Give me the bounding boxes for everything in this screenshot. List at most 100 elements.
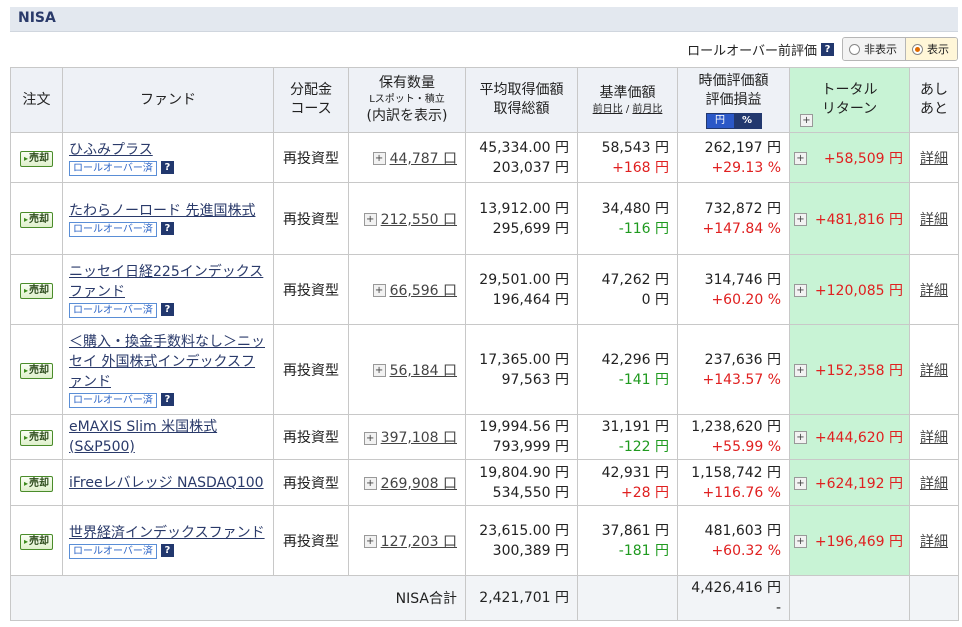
detail-link[interactable]: 詳細 bbox=[920, 534, 948, 550]
quantity-link[interactable]: 66,596 口 bbox=[390, 283, 457, 299]
quantity-link[interactable]: 127,203 口 bbox=[381, 534, 457, 550]
distribution-course: 再投資型 bbox=[273, 254, 349, 325]
detail-link[interactable]: 詳細 bbox=[920, 212, 948, 228]
total-return: +196,469 円 bbox=[814, 533, 903, 550]
col-fund: ファンド bbox=[62, 67, 274, 133]
profit-loss: +116.76 % bbox=[702, 484, 781, 501]
expand-total-icon[interactable]: + bbox=[794, 431, 807, 444]
expand-quantity-icon[interactable]: + bbox=[363, 477, 377, 490]
detail-link[interactable]: 詳細 bbox=[920, 283, 948, 299]
quantity-link[interactable]: 56,184 口 bbox=[390, 363, 457, 379]
percent-toggle[interactable]: % bbox=[733, 113, 761, 128]
base-price: 58,543 円 bbox=[601, 139, 669, 156]
expand-quantity-icon[interactable]: + bbox=[372, 152, 386, 165]
avg-price: 45,334.00 円 bbox=[479, 139, 569, 156]
total-return: +152,358 円 bbox=[814, 362, 903, 379]
sell-button[interactable]: 売却 bbox=[19, 282, 53, 299]
expand-total-icon[interactable]: + bbox=[794, 283, 807, 297]
expand-quantity-icon[interactable]: + bbox=[363, 213, 377, 226]
expand-quantity-icon[interactable]: + bbox=[372, 364, 386, 377]
base-change: 0 円 bbox=[641, 291, 669, 308]
quantity-link[interactable]: 269,908 口 bbox=[381, 476, 457, 492]
prev-day-link[interactable]: 前日比 bbox=[593, 104, 623, 115]
profit-loss: +143.57 % bbox=[702, 371, 781, 388]
sell-button[interactable]: 売却 bbox=[19, 211, 53, 228]
fund-name-link[interactable]: iFreeレバレッジ NASDAQ100 bbox=[69, 475, 264, 491]
expand-total-icon[interactable]: + bbox=[794, 151, 807, 165]
rollover-badge: ロールオーバー済 bbox=[69, 392, 157, 408]
base-price: 37,861 円 bbox=[601, 522, 669, 539]
table-row: 売却 ひふみプラス ロールオーバー済 ? 再投資型 +44,787 口 45,3… bbox=[10, 132, 959, 183]
base-change: -122 円 bbox=[618, 439, 669, 455]
fund-name-link[interactable]: ひふみプラス bbox=[69, 142, 153, 158]
base-price: 47,262 円 bbox=[601, 271, 669, 288]
expand-all-icon[interactable]: + bbox=[800, 114, 813, 127]
rollover-badge: ロールオーバー済 bbox=[69, 221, 157, 237]
help-icon[interactable]: ? bbox=[160, 161, 174, 174]
col-total-return: トータル リターン + bbox=[789, 67, 910, 133]
market-value: 732,872 円 bbox=[704, 200, 781, 217]
distribution-course: 再投資型 bbox=[273, 505, 349, 576]
rollover-hide-option[interactable]: 非表示 bbox=[843, 38, 905, 60]
help-icon[interactable]: ? bbox=[160, 544, 174, 557]
quantity-link[interactable]: 44,787 口 bbox=[390, 151, 457, 167]
expand-total-icon[interactable]: + bbox=[794, 212, 807, 226]
distribution-course: 再投資型 bbox=[273, 459, 349, 506]
expand-total-icon[interactable]: + bbox=[794, 363, 807, 377]
base-change: -116 円 bbox=[618, 220, 669, 237]
profit-loss: +55.99 % bbox=[711, 439, 781, 455]
rollover-show-option[interactable]: 表示 bbox=[905, 38, 957, 60]
yen-toggle[interactable]: 円 bbox=[706, 113, 734, 128]
total-cost: 196,464 円 bbox=[492, 291, 569, 308]
help-icon[interactable]: ? bbox=[160, 303, 174, 316]
distribution-course: 再投資型 bbox=[273, 324, 349, 415]
summary-market-value: 4,426,416 円 bbox=[691, 580, 781, 596]
sell-button[interactable]: 売却 bbox=[19, 533, 53, 550]
expand-quantity-icon[interactable]: + bbox=[363, 431, 377, 445]
total-cost: 295,699 円 bbox=[492, 220, 569, 237]
total-cost: 97,563 円 bbox=[501, 371, 569, 388]
prev-month-link[interactable]: 前月比 bbox=[632, 104, 662, 115]
summary-total-cost: 2,421,701 円 bbox=[465, 575, 578, 621]
profit-loss: +60.32 % bbox=[711, 542, 781, 559]
fund-name-link[interactable]: たわらノーロード 先進国株式 bbox=[69, 203, 255, 219]
market-value: 262,197 円 bbox=[704, 139, 781, 156]
radio-off-icon bbox=[849, 43, 860, 55]
fund-name-link[interactable]: ニッセイ日経225インデックスファンド bbox=[69, 264, 263, 300]
market-value: 237,636 円 bbox=[704, 351, 781, 368]
help-icon[interactable]: ? bbox=[160, 393, 174, 406]
table-row: 売却 iFreeレバレッジ NASDAQ100 再投資型 +269,908 口 … bbox=[10, 459, 959, 506]
avg-price: 29,501.00 円 bbox=[479, 271, 569, 288]
detail-link[interactable]: 詳細 bbox=[920, 476, 948, 492]
detail-link[interactable]: 詳細 bbox=[920, 363, 948, 379]
sell-button[interactable]: 売却 bbox=[19, 430, 53, 446]
sell-button[interactable]: 売却 bbox=[19, 362, 53, 379]
breakdown-link[interactable]: (内訳を表示) bbox=[351, 107, 463, 126]
detail-link[interactable]: 詳細 bbox=[920, 430, 948, 446]
rollover-toggle-bar: ロールオーバー前評価 ? 非表示 表示 bbox=[687, 36, 958, 62]
total-return: +58,509 円 bbox=[823, 150, 903, 167]
quantity-link[interactable]: 212,550 口 bbox=[381, 212, 457, 228]
fund-name-link[interactable]: 世界経済インデックスファンド bbox=[69, 525, 265, 541]
expand-quantity-icon[interactable]: + bbox=[363, 535, 377, 548]
fund-name-link[interactable]: ＜購入・換金手数料なし＞ニッセイ 外国株式インデックスファンド bbox=[69, 334, 265, 390]
total-cost: 534,550 円 bbox=[492, 484, 569, 501]
col-quantity: 保有数量 Lスポット・積立 (内訳を表示) bbox=[348, 67, 466, 133]
quantity-link[interactable]: 397,108 口 bbox=[381, 430, 457, 446]
base-change: +168 円 bbox=[612, 159, 669, 176]
sell-button[interactable]: 売却 bbox=[19, 150, 53, 167]
help-icon[interactable]: ? bbox=[160, 222, 174, 235]
section-title: NISA bbox=[18, 10, 56, 26]
market-value: 1,238,620 円 bbox=[691, 419, 781, 435]
help-icon[interactable]: ? bbox=[821, 42, 834, 56]
sell-button[interactable]: 売却 bbox=[19, 475, 53, 492]
expand-quantity-icon[interactable]: + bbox=[372, 284, 386, 297]
holdings-table: 注文 ファンド 分配金 コース 保有数量 Lスポット・積立 (内訳を表示) 平均取… bbox=[10, 67, 959, 621]
table-row: 売却 eMAXIS Slim 米国株式(S&P500) 再投資型 +397,10… bbox=[10, 414, 959, 460]
section-header: NISA bbox=[10, 7, 958, 32]
detail-link[interactable]: 詳細 bbox=[920, 151, 948, 167]
expand-total-icon[interactable]: + bbox=[794, 534, 807, 548]
fund-name-link[interactable]: eMAXIS Slim 米国株式(S&P500) bbox=[69, 419, 217, 455]
avg-price: 17,365.00 円 bbox=[479, 351, 569, 368]
expand-total-icon[interactable]: + bbox=[794, 476, 807, 490]
